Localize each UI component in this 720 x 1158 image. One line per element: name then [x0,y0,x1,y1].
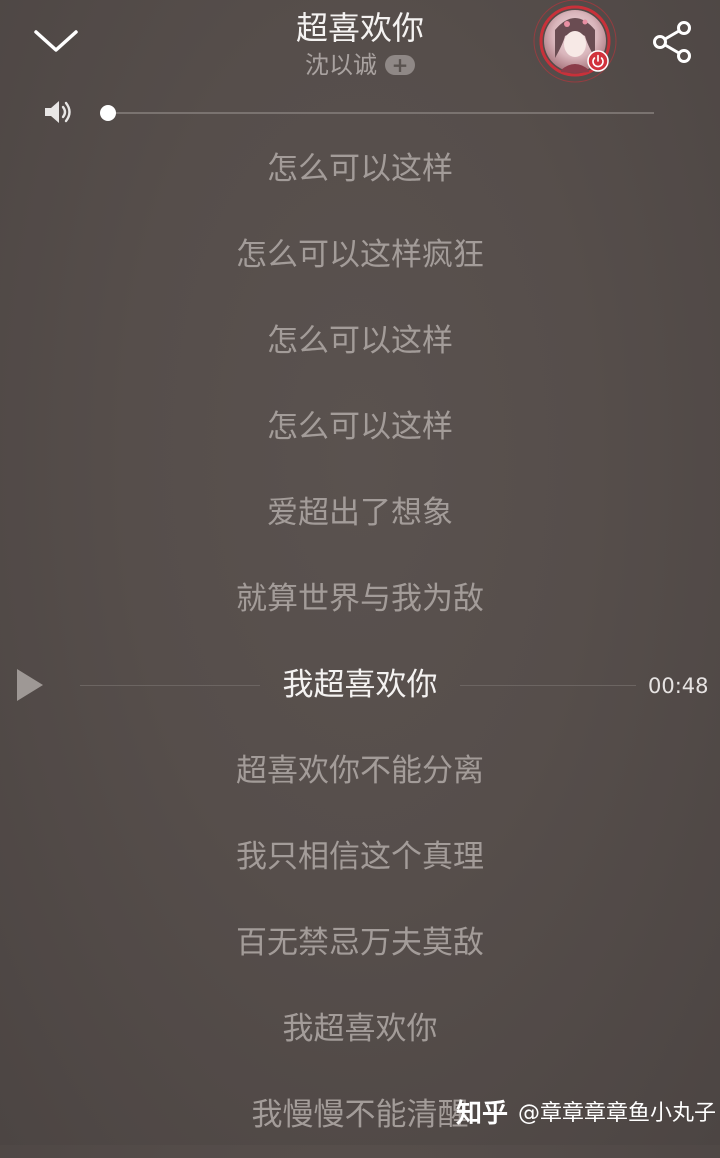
watermark-author: @章章章章鱼小丸子 [518,1101,717,1126]
lyric-line: 我超喜欢你 [282,1011,438,1047]
play-icon [17,669,43,701]
lyric-line: 怎么可以这样疯狂 [236,237,484,273]
artist-name[interactable]: 沈以诚 [305,50,377,80]
user-avatar-button[interactable] [531,0,619,84]
seek-line-right [460,685,636,686]
lyric-line: 怎么可以这样 [267,323,453,359]
lyric-line: 爱超出了想象 [267,495,453,531]
volume-button[interactable] [42,98,76,126]
collapse-player-button[interactable] [30,20,82,60]
lyric-line: 我只相信这个真理 [236,839,484,875]
lyric-line: 怎么可以这样 [267,151,453,187]
speaker-icon [45,101,71,123]
volume-slider[interactable] [100,105,654,121]
watermark: 知乎 @章章章章鱼小丸子 [456,1094,716,1134]
lyric-line: 超喜欢你不能分离 [236,753,484,789]
volume-thumb[interactable] [100,105,116,121]
seek-play-button[interactable] [14,666,46,704]
song-title: 超喜欢你 [295,9,424,47]
seek-line-left [80,685,260,686]
watermark-logo: 知乎 [456,1099,509,1129]
chevron-down-icon [34,30,78,52]
power-badge-icon [587,50,609,72]
lyric-line: 就算世界与我为敌 [236,581,484,617]
artist-row: 沈以诚 + [160,50,560,80]
follow-artist-button[interactable]: + [385,55,415,75]
player-header: 超喜欢你 沈以诚 + [0,0,720,90]
lyrics-panel[interactable]: 我慢慢不能清醒 我超喜欢你 百无禁忌万夫莫敌 我只相信这个真理 超喜欢你不能分离 我超喜欢… [0,128,720,1145]
lyric-line: 怎么可以这样 [267,409,453,445]
share-icon [653,21,691,63]
lyric-line: 百无禁忌万夫莫敌 [236,925,484,961]
seek-time: 00:48 [648,674,709,698]
share-button[interactable] [648,18,696,66]
